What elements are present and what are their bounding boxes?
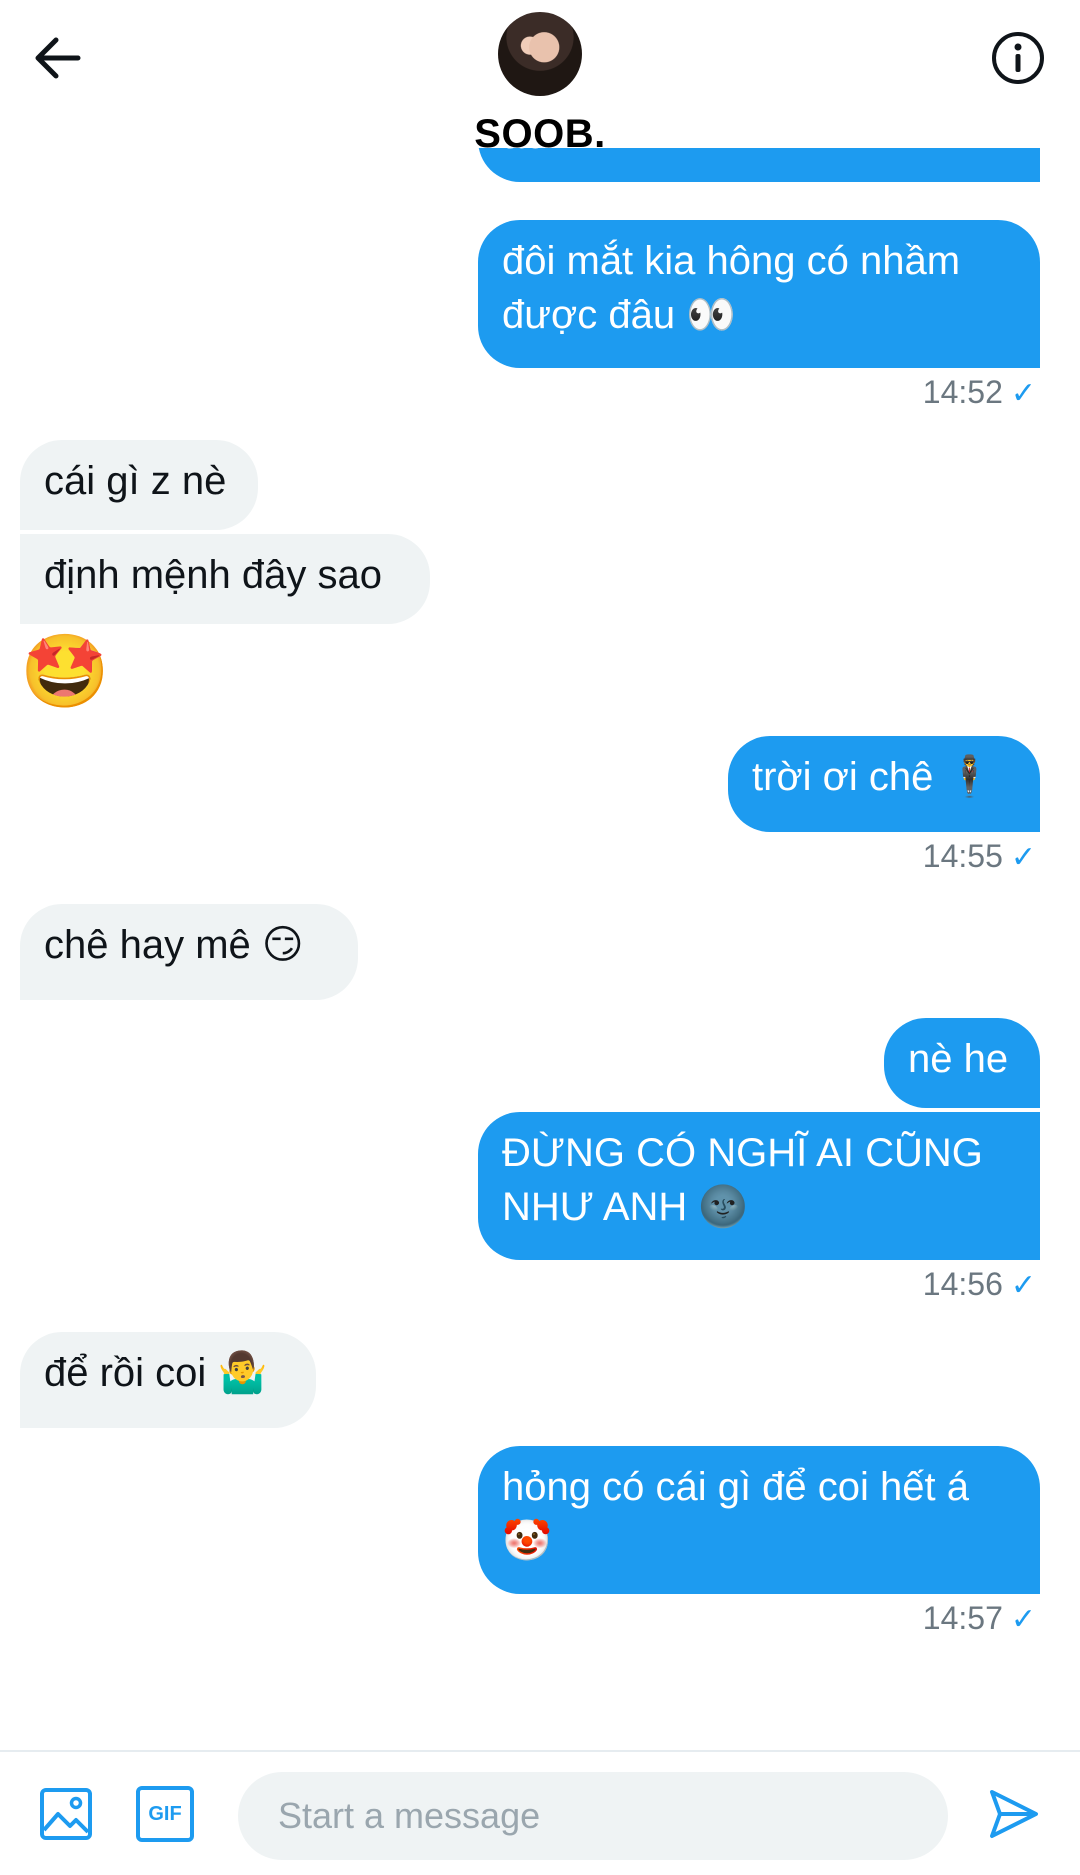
message-text: chê hay mê bbox=[44, 923, 251, 967]
message-outgoing[interactable]: ao bbox=[478, 148, 1040, 182]
message-incoming[interactable]: chê hay mê 😏 bbox=[20, 904, 358, 1000]
message-text: ao bbox=[502, 148, 547, 157]
read-check-icon: ✓ bbox=[1010, 1603, 1036, 1636]
shrug-emoji: 🤷‍♂️ bbox=[217, 1350, 268, 1396]
timestamp: 14:57 ✓ bbox=[922, 1600, 1036, 1636]
info-button[interactable] bbox=[990, 30, 1046, 86]
timestamp: 14:55 ✓ bbox=[922, 838, 1036, 874]
avatar[interactable] bbox=[498, 12, 582, 96]
eyes-emoji: 👀 bbox=[686, 292, 737, 338]
info-icon bbox=[992, 32, 1044, 84]
message-incoming[interactable]: để rồi coi 🤷‍♂️ bbox=[20, 1332, 316, 1428]
add-photo-button[interactable] bbox=[38, 1786, 94, 1842]
message-outgoing[interactable]: nè he bbox=[884, 1018, 1040, 1108]
message-incoming[interactable]: cái gì z nè bbox=[20, 440, 258, 530]
image-icon bbox=[40, 1788, 92, 1840]
gif-icon: GIF bbox=[136, 1786, 194, 1842]
composer-divider bbox=[0, 1750, 1080, 1752]
new-moon-face-emoji: 🌚 bbox=[698, 1184, 749, 1230]
message-input[interactable] bbox=[238, 1772, 948, 1860]
message-outgoing[interactable]: hỏng có cái gì để coi hết á 🤡 bbox=[478, 1446, 1040, 1594]
send-button[interactable] bbox=[986, 1786, 1042, 1842]
message-outgoing[interactable]: trời ơi chê 🕴 bbox=[728, 736, 1040, 832]
message-clip: ao bbox=[478, 148, 1040, 182]
message-text: hỏng có cái gì để coi hết á bbox=[502, 1465, 969, 1509]
message-incoming[interactable]: định mệnh đây sao bbox=[20, 534, 430, 624]
read-check-icon: ✓ bbox=[1010, 377, 1036, 410]
timestamp: 14:52 ✓ bbox=[922, 374, 1036, 410]
read-check-icon: ✓ bbox=[1010, 1269, 1036, 1302]
message-outgoing[interactable]: ĐỪNG CÓ NGHĨ AI CŨNG NHƯ ANH 🌚 bbox=[478, 1112, 1040, 1260]
message-text: nè he bbox=[908, 1037, 1009, 1081]
back-button[interactable] bbox=[30, 30, 86, 86]
read-check-icon: ✓ bbox=[1010, 841, 1036, 874]
message-text: cái gì z nè bbox=[44, 459, 227, 503]
gif-button[interactable]: GIF bbox=[136, 1786, 194, 1842]
timestamp: 14:56 ✓ bbox=[922, 1266, 1036, 1302]
message-text: định mệnh đây sao bbox=[44, 553, 383, 597]
star-struck-emoji: 🤩 bbox=[20, 629, 110, 713]
levitating-man-emoji: 🕴 bbox=[944, 754, 995, 800]
message-text: trời ơi chê bbox=[752, 755, 934, 799]
arrow-left-icon bbox=[35, 37, 81, 79]
message-outgoing[interactable]: đôi mắt kia hông có nhầm được đâu 👀 bbox=[478, 220, 1040, 368]
smirk-emoji: 😏 bbox=[261, 922, 304, 968]
clown-emoji: 🤡 bbox=[502, 1518, 552, 1564]
send-icon bbox=[990, 1790, 1038, 1838]
message-text: để rồi coi bbox=[44, 1351, 207, 1395]
